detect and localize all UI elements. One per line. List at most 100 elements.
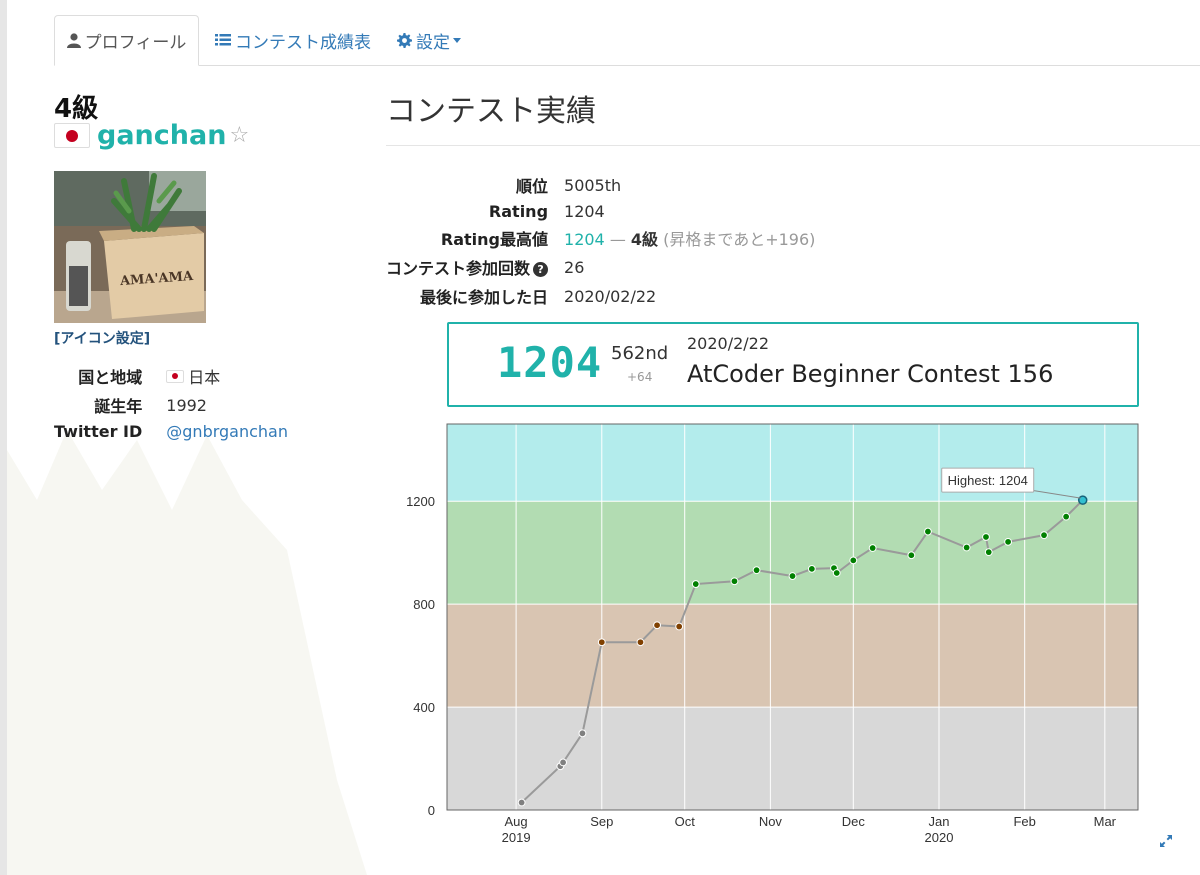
rating-band-3 [447, 424, 1138, 502]
twitter-label: Twitter ID [54, 422, 143, 441]
x-tick-label: Mar [1094, 814, 1117, 829]
x-tick-label: Oct [675, 814, 696, 829]
x-tick-year-label: 2020 [925, 830, 954, 845]
tab-contest-history[interactable]: コンテスト成績表 [215, 15, 371, 65]
x-tick-label: Dec [842, 814, 866, 829]
x-tick-label: Sep [590, 814, 613, 829]
background-mountains [7, 430, 367, 875]
promotion-note: (昇格まであと+196) [663, 230, 816, 249]
max-rating-value: 1204 [564, 230, 605, 249]
page-left-border [0, 0, 7, 875]
rating-point[interactable] [962, 543, 971, 552]
rating-point[interactable] [1062, 512, 1071, 521]
question-circle-icon[interactable]: ? [533, 262, 549, 277]
tab-contest-history-label: コンテスト成績表 [235, 32, 371, 53]
avatar: AMA'AMA [54, 171, 206, 323]
rating-point[interactable] [730, 577, 739, 586]
tab-profile-label: プロフィール [84, 33, 187, 53]
rating-band-1 [447, 604, 1138, 708]
stat-max-rating: Rating最高値 1204 — 4級 (昇格まであと+196) [386, 224, 816, 253]
rating-point[interactable] [832, 569, 841, 577]
rating-point[interactable] [597, 638, 606, 647]
x-tick-label: Nov [759, 814, 783, 829]
birth-year-label: 誕生年 [94, 397, 143, 416]
rating-point[interactable] [691, 580, 700, 588]
stat-contest-count: コンテスト参加回数? 26 [386, 253, 815, 282]
y-tick-label: 800 [413, 597, 435, 612]
x-tick-label: Aug [505, 814, 528, 829]
rating-point[interactable] [636, 638, 645, 647]
chevron-down-icon [453, 37, 461, 43]
y-tick-label: 1200 [406, 494, 435, 509]
latest-rank: 562nd [611, 343, 669, 364]
rating-point[interactable] [1004, 537, 1012, 546]
rating-history-chart[interactable]: 0 400 800 1200 Aug2019 Sep Oct Nov Dec Jan2020 Feb… [380, 420, 1180, 850]
profile-info-table: 国と地域 日本 誕生年 1992 Twitter ID @gnbrganchan [54, 362, 288, 444]
latest-rating: 1204 [497, 338, 603, 387]
rating-point[interactable] [984, 548, 993, 557]
rating-label: Rating [488, 202, 549, 221]
section-divider [386, 145, 1200, 146]
last-date-value: 2020/02/22 [564, 286, 657, 306]
max-rating-label: Rating最高値 [440, 230, 549, 249]
max-rating-class: 4級 [630, 230, 659, 249]
rating-band-2 [447, 501, 1138, 605]
rank-label: 順位 [516, 177, 549, 196]
y-tick-label: 0 [428, 803, 435, 818]
birth-year-value: 1992 [166, 395, 207, 415]
rating-band-0 [447, 707, 1138, 810]
stat-last-date: 最後に参加した日 2020/02/22 [386, 282, 815, 311]
list-icon [215, 33, 231, 47]
rank-value: 5005th [564, 175, 622, 195]
japan-flag-small-icon [166, 369, 185, 383]
rating-point[interactable] [982, 533, 990, 541]
username-link[interactable]: ganchan [97, 120, 226, 151]
rating-point[interactable] [1077, 495, 1088, 505]
profile-row-twitter: Twitter ID @gnbrganchan [54, 420, 288, 444]
rating-point[interactable] [1040, 531, 1048, 540]
country-label: 国と地域 [78, 368, 143, 387]
star-outline-icon[interactable]: ☆ [229, 123, 249, 148]
country-value[interactable]: 日本 [188, 364, 220, 388]
rating-point[interactable] [868, 544, 877, 552]
x-tick-label: Feb [1013, 814, 1035, 829]
highest-annotation-label: Highest: 1204 [948, 473, 1028, 488]
rating-point[interactable] [807, 564, 816, 573]
tab-settings[interactable]: 設定 [397, 15, 461, 65]
rating-point[interactable] [675, 622, 684, 631]
contest-count-value: 26 [564, 257, 585, 277]
profile-row-birth-year: 誕生年 1992 [54, 391, 288, 420]
expand-icon[interactable] [1158, 833, 1174, 853]
contest-section-title: コンテスト実績 [386, 94, 596, 129]
profile-row-country: 国と地域 日本 [54, 362, 288, 391]
icon-setting-link[interactable]: [アイコン設定] [54, 328, 150, 348]
rating-point[interactable] [788, 572, 797, 580]
latest-rating-diff: +64 [627, 370, 653, 384]
rating-point[interactable] [517, 798, 526, 807]
rating-point[interactable] [849, 556, 858, 565]
max-rating-separator: — [604, 230, 631, 249]
rating-value: 1204 [564, 202, 605, 221]
profile-tabs: プロフィール コンテスト成績表 設定 [54, 15, 1200, 66]
tab-settings-label: 設定 [416, 32, 450, 53]
twitter-link[interactable]: @gnbrganchan [166, 422, 288, 441]
rating-point[interactable] [653, 621, 661, 630]
latest-contest-panel: 1204 562nd +64 2020/2/22 AtCoder Beginne… [447, 322, 1139, 407]
user-name-line: ganchan ☆ [54, 120, 249, 151]
last-date-label: 最後に参加した日 [420, 288, 549, 307]
rating-point[interactable] [924, 527, 932, 536]
contest-count-label: コンテスト参加回数 [386, 259, 531, 278]
contest-stats-table: 順位 5005th Rating 1204 Rating最高値 1204 — 4… [386, 171, 815, 311]
rating-point[interactable] [752, 566, 761, 575]
rating-point[interactable] [578, 729, 587, 738]
japan-flag-icon [54, 123, 90, 148]
user-icon [66, 33, 81, 48]
rating-point[interactable] [559, 758, 567, 767]
latest-contest-name[interactable]: AtCoder Beginner Contest 156 [687, 360, 1053, 388]
rating-point[interactable] [907, 551, 916, 560]
y-tick-label: 400 [413, 700, 435, 715]
stat-rating: Rating 1204 [386, 200, 815, 224]
x-tick-year-label: 2019 [502, 830, 531, 845]
stat-rank: 順位 5005th [386, 171, 815, 200]
tab-profile[interactable]: プロフィール [54, 15, 199, 66]
